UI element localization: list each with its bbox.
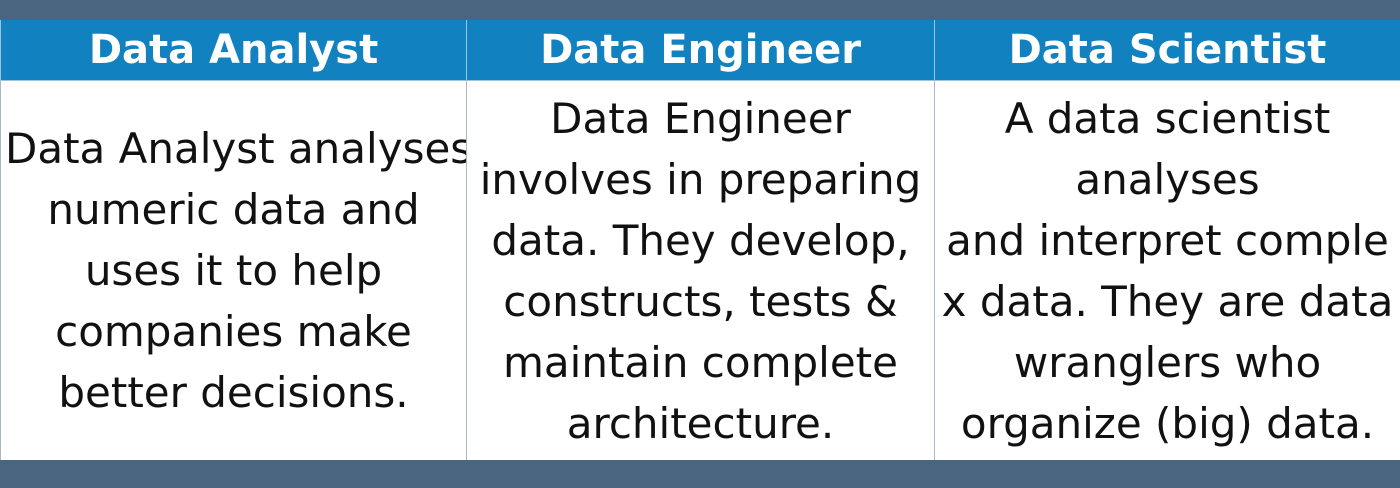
description-line: companies make <box>55 307 412 356</box>
header-data-engineer: Data Engineer <box>466 20 935 81</box>
description-line: involves in preparing <box>479 154 922 204</box>
description-line: Data Analyst analyses <box>5 124 467 173</box>
cell-data-engineer-description: Data Engineer involves in preparing data… <box>466 80 935 460</box>
description-line: uses it to help <box>84 246 383 295</box>
description-line: architecture. <box>566 398 835 448</box>
header-data-analyst: Data Analyst <box>0 20 467 81</box>
description-line: wranglers who <box>1013 337 1322 387</box>
cell-data-analyst-description: Data Analyst analyses numeric data and u… <box>0 80 467 460</box>
header-data-scientist: Data Scientist <box>934 20 1400 81</box>
cell-data-scientist-description: A data scientist analyses and interpret … <box>934 80 1400 460</box>
description-line: A data scientist <box>1004 93 1331 143</box>
description-line: Data Engineer <box>550 93 851 143</box>
description-line: organize (big) data. <box>960 398 1375 448</box>
description-line: and interpret comple <box>946 215 1389 265</box>
description-line: numeric data and <box>47 185 420 234</box>
header-row: Data Analyst Data Engineer Data Scientis… <box>0 20 1400 81</box>
description-row: Data Analyst analyses numeric data and u… <box>0 80 1400 460</box>
description-line: better decisions. <box>58 368 409 417</box>
description-line: data. They develop, <box>491 215 910 265</box>
description-line: x data. They are data <box>941 276 1394 326</box>
roles-comparison-table: Data Analyst Data Engineer Data Scientis… <box>0 20 1400 460</box>
description-line: constructs, tests & <box>503 276 898 326</box>
description-line: maintain complete <box>503 337 898 387</box>
description-line: analyses <box>1075 154 1260 204</box>
